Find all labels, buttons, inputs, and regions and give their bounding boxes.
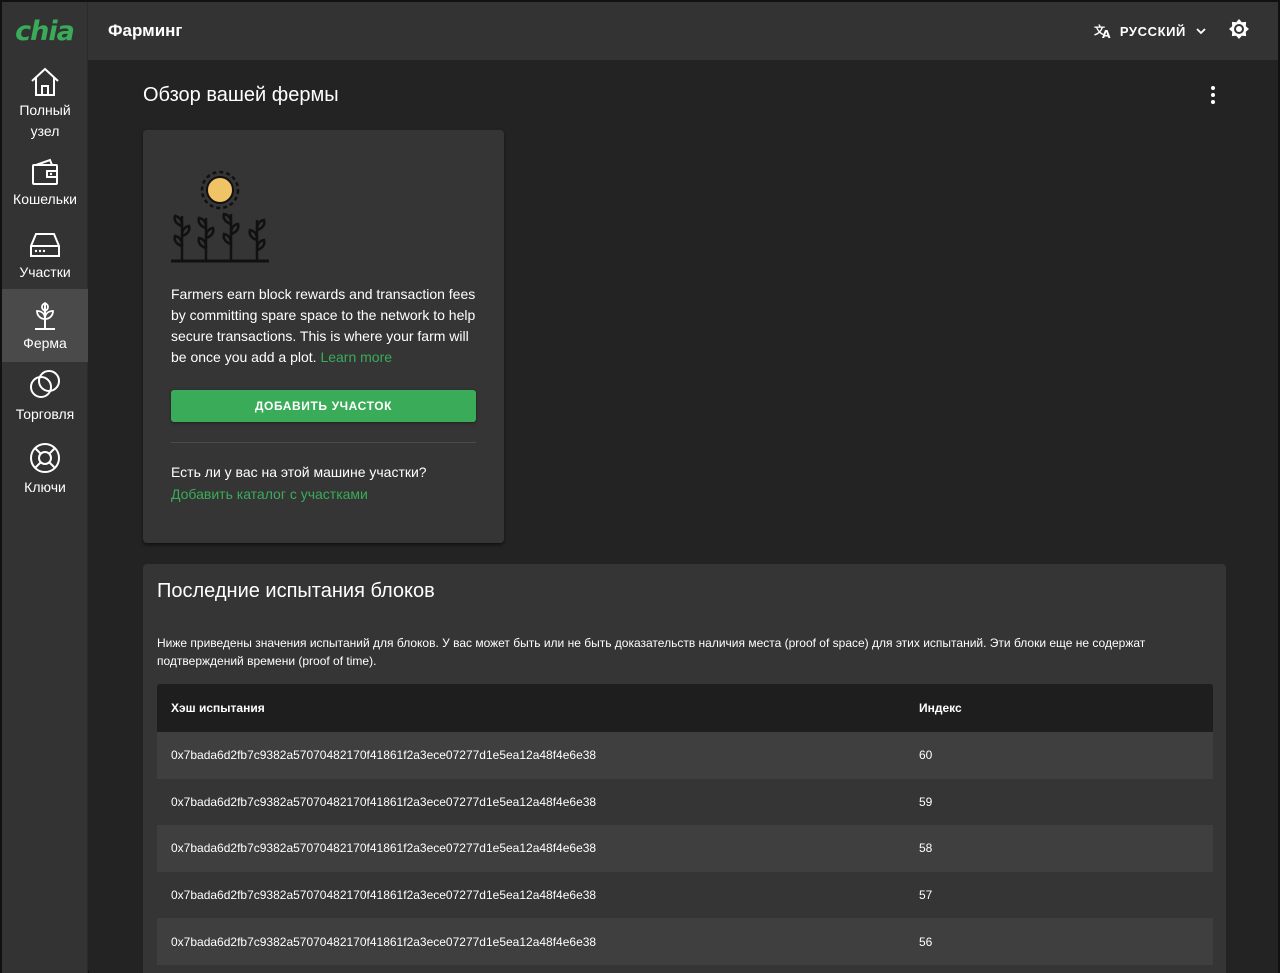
language-selector[interactable]: 文 A РУССКИЙ (1094, 23, 1208, 39)
sidebar-item-plots[interactable]: Участки (2, 216, 88, 289)
sidebar-item-trade[interactable]: Торговля (2, 362, 88, 435)
table-row: 0x7bada6d2fb7c9382a57070482170f41861f2a3… (157, 825, 1213, 872)
translate-icon: 文 A (1094, 23, 1112, 39)
column-header-index: Индекс (919, 701, 962, 715)
table-row: 0x7bada6d2fb7c9382a57070482170f41861f2a3… (157, 918, 1213, 965)
table-body: 0x7bada6d2fb7c9382a57070482170f41861f2a3… (157, 732, 1213, 965)
lifebuoy-icon (28, 441, 62, 475)
challenge-index: 58 (919, 841, 933, 856)
latest-challenges-panel: Последние испытания блоков Ниже приведен… (143, 564, 1226, 973)
more-options-button[interactable] (1203, 84, 1223, 106)
sprout-icon (30, 297, 60, 331)
sidebar-item-label: Участки (19, 264, 71, 280)
plots-question: Есть ли у вас на этой машине участки? (171, 464, 427, 480)
challenge-index: 57 (919, 888, 933, 903)
sidebar-item-label: Полный узел (19, 102, 71, 139)
header-actions: 文 A РУССКИЙ (1094, 18, 1250, 45)
table-row: 0x7bada6d2fb7c9382a57070482170f41861f2a3… (157, 732, 1213, 779)
theme-toggle-button[interactable] (1228, 18, 1250, 45)
challenges-table: Хэш испытания Индекс 0x7bada6d2fb7c9382a… (157, 684, 1213, 965)
chevron-down-icon (1194, 24, 1208, 38)
language-label: РУССКИЙ (1119, 23, 1186, 39)
challenge-hash: 0x7bada6d2fb7c9382a57070482170f41861f2a3… (171, 888, 597, 903)
home-icon (28, 66, 62, 98)
sidebar: Полный узел Кошельки Участки Ферма Торго… (2, 60, 88, 973)
challenge-hash: 0x7bada6d2fb7c9382a57070482170f41861f2a3… (171, 934, 597, 949)
challenge-index: 56 (919, 934, 933, 949)
sidebar-item-label: Торговля (15, 406, 75, 422)
challenge-index: 59 (919, 794, 933, 809)
challenge-hash: 0x7bada6d2fb7c9382a57070482170f41861f2a3… (171, 794, 597, 809)
add-plot-button[interactable]: ДОБАВИТЬ УЧАСТОК (171, 390, 476, 422)
main-content: Обзор вашей фермы Farmers earn block rew… (89, 60, 1278, 973)
farm-empty-card: Farmers earn block rewards and transacti… (143, 130, 504, 543)
challenges-description: Ниже приведены значения испытаний для бл… (157, 636, 1146, 668)
wallet-icon (30, 157, 60, 187)
svg-text:A: A (1102, 28, 1111, 39)
sidebar-item-label: Ферма (23, 335, 67, 351)
table-row: 0x7bada6d2fb7c9382a57070482170f41861f2a3… (157, 778, 1213, 826)
table-header: Хэш испытания Индекс (157, 684, 1213, 732)
more-vert-icon (1211, 86, 1215, 90)
top-bar: chia Фарминг 文 A РУССКИЙ (2, 2, 1278, 60)
learn-more-link[interactable]: Learn more (320, 349, 392, 365)
challenge-hash: 0x7bada6d2fb7c9382a57070482170f41861f2a3… (171, 748, 597, 763)
table-row: 0x7bada6d2fb7c9382a57070482170f41861f2a3… (157, 871, 1213, 919)
hard-drive-icon (28, 230, 62, 260)
divider (171, 442, 476, 443)
sidebar-item-label: Кошельки (13, 191, 77, 207)
sidebar-item-wallets[interactable]: Кошельки (2, 143, 88, 216)
chia-logo: chia (15, 15, 75, 47)
sidebar-item-keys[interactable]: Ключи (2, 435, 88, 508)
challenge-index: 60 (919, 748, 933, 763)
page-title: Фарминг (108, 21, 183, 40)
farm-illustration-icon (169, 164, 273, 269)
trade-circles-icon (28, 368, 62, 402)
add-plot-directory-link[interactable]: Добавить каталог с участками (171, 486, 368, 502)
logo-container[interactable]: chia (2, 2, 88, 60)
app-window: chia Фарминг 文 A РУССКИЙ Полный узел Кош… (0, 0, 1280, 973)
sidebar-item-full-node[interactable]: Полный узел (2, 60, 88, 143)
sidebar-item-farm[interactable]: Ферма (2, 289, 88, 362)
challenge-hash: 0x7bada6d2fb7c9382a57070482170f41861f2a3… (171, 841, 597, 856)
brightness-icon (1228, 18, 1250, 45)
farm-description: Farmers earn block rewards and transacti… (171, 284, 481, 368)
sidebar-item-label: Ключи (24, 479, 66, 495)
column-header-hash: Хэш испытания (171, 701, 265, 715)
overview-title: Обзор вашей фермы (143, 84, 339, 106)
challenges-title: Последние испытания блоков (157, 580, 435, 602)
